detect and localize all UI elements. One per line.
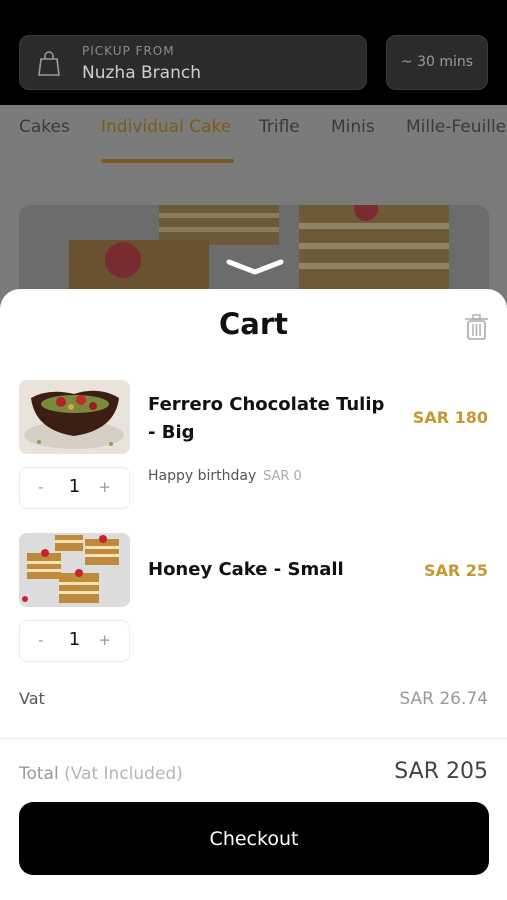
tab-individual-cake[interactable]: Individual Cake bbox=[101, 117, 231, 137]
tab-minis[interactable]: Minis bbox=[331, 117, 375, 137]
cart-sheet: Cart Ferrero Chocolate Tulip - Big SAR 1… bbox=[0, 289, 507, 900]
item-image-honey-cake bbox=[19, 533, 130, 607]
top-bar: PICKUP FROM Nuzha Branch ~ 30 mins bbox=[0, 0, 507, 105]
item-note: Happy birthday bbox=[148, 468, 257, 484]
increment-button[interactable]: + bbox=[98, 478, 111, 496]
total-label-text: Total bbox=[19, 764, 59, 784]
pickup-selector[interactable]: PICKUP FROM Nuzha Branch bbox=[19, 35, 367, 90]
divider bbox=[0, 738, 507, 739]
item-name: Honey Cake - Small bbox=[148, 559, 344, 580]
tab-trifle[interactable]: Trifle bbox=[259, 117, 300, 137]
total-label: Total (Vat Included) bbox=[19, 764, 183, 784]
quantity-stepper: - 1 + bbox=[19, 467, 130, 509]
item-note-price: SAR 0 bbox=[263, 469, 302, 484]
total-vat-note: (Vat Included) bbox=[64, 764, 183, 784]
shopping-bag-icon bbox=[38, 51, 60, 76]
item-image-ferrero-tulip bbox=[19, 380, 130, 454]
pickup-label: PICKUP FROM bbox=[82, 44, 175, 58]
total-value: SAR 205 bbox=[394, 759, 488, 784]
active-tab-indicator bbox=[101, 159, 234, 163]
eta-text: ~ 30 mins bbox=[400, 54, 474, 70]
item-name: Ferrero Chocolate Tulip - Big bbox=[148, 394, 385, 443]
chevron-down-icon[interactable] bbox=[226, 258, 284, 276]
item-price: SAR 180 bbox=[412, 408, 488, 427]
increment-button[interactable]: + bbox=[98, 631, 111, 649]
vat-label: Vat bbox=[19, 689, 45, 708]
category-tabs: Cakes Individual Cake Trifle Minis Mille… bbox=[0, 105, 507, 200]
tab-cakes[interactable]: Cakes bbox=[19, 117, 70, 137]
quantity-stepper: - 1 + bbox=[19, 620, 130, 662]
pickup-branch: Nuzha Branch bbox=[82, 63, 201, 83]
cart-title: Cart bbox=[218, 307, 289, 341]
quantity-value: 1 bbox=[68, 476, 81, 497]
trash-icon[interactable] bbox=[464, 314, 489, 340]
tab-mille-feuille[interactable]: Mille-Feuille bbox=[406, 117, 506, 137]
vat-value: SAR 26.74 bbox=[399, 689, 488, 709]
item-price: SAR 25 bbox=[423, 561, 488, 580]
eta-badge[interactable]: ~ 30 mins bbox=[386, 35, 488, 90]
quantity-value: 1 bbox=[68, 629, 81, 650]
checkout-button[interactable]: Checkout bbox=[19, 802, 489, 875]
